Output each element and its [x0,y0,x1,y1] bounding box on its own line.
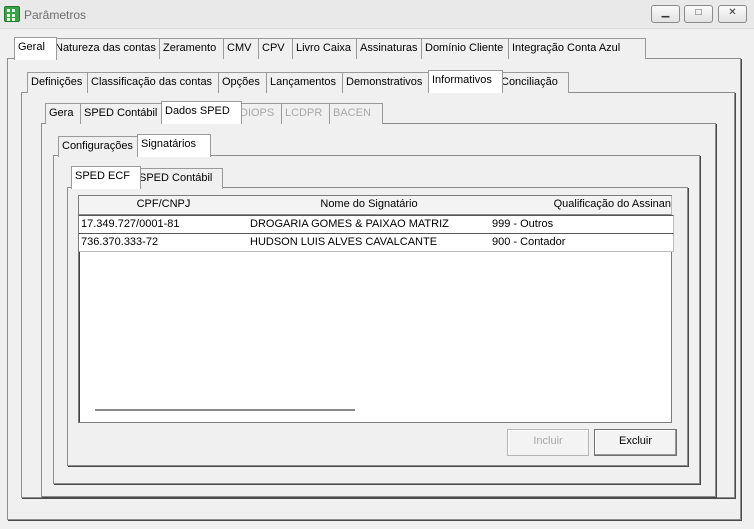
tab-bacen: BACEN [329,103,383,124]
cell-cpf-cnpj: 17.349.727/0001-81 [79,215,251,234]
calculator-icon [4,6,20,22]
tab-definicoes[interactable]: Definições [27,72,93,93]
tab-signatarios[interactable]: Signatários [137,134,211,157]
minimize-button[interactable]: ▁ [651,5,680,23]
tab-natureza-das-contas[interactable]: Natureza das contas [51,38,165,59]
horizontal-scrollbar[interactable] [95,409,355,411]
tab-integracao-conta-azul[interactable]: Integração Conta Azul [508,38,646,59]
tab-informativos[interactable]: Informativos [428,70,503,93]
tab-configuracoes[interactable]: Configurações [58,136,143,157]
column-header-cpf-cnpj[interactable]: CPF/CNPJ [79,196,249,215]
tab-conciliacao[interactable]: Conciliação [497,72,569,93]
incluir-button[interactable]: Incluir [507,429,589,456]
tab-zeramento[interactable]: Zeramento [159,38,229,59]
maximize-button[interactable]: □ [684,5,713,23]
maximize-icon: □ [695,7,702,18]
tab-demonstrativos[interactable]: Demonstrativos [342,72,434,93]
cell-qualificacao: 999 - Outros [490,215,674,234]
excluir-button[interactable]: Excluir [594,429,677,456]
window-title: Parâmetros [24,8,87,22]
tab-sped-contabil[interactable]: SPED Contábil [80,103,167,124]
tab-livro-caixa[interactable]: Livro Caixa [292,38,362,59]
tab-geral[interactable]: Geral [14,37,57,60]
title-bar [0,0,754,29]
column-header-nome-signatario[interactable]: Nome do Signatário [248,196,491,215]
tab-opcoes[interactable]: Opções [218,72,272,93]
tab-lancamentos[interactable]: Lançamentos [266,72,348,93]
tab-classificacao-das-contas[interactable]: Classificação das contas [87,72,224,93]
cell-cpf-cnpj: 736.370.333-72 [79,233,251,252]
close-button[interactable]: ✕ [718,5,747,23]
tab-assinaturas[interactable]: Assinaturas [356,38,427,59]
tab-sped-ecf[interactable]: SPED ECF [71,166,141,189]
cell-nome-signatario: HUDSON LUIS ALVES CAVALCANTE [248,233,493,252]
tab-dados-sped[interactable]: Dados SPED [161,101,242,124]
cell-nome-signatario: DROGARIA GOMES & PAIXAO MATRIZ [248,215,493,234]
tab-diops: DIOPS [236,103,287,124]
cell-qualificacao: 900 - Contador [490,233,674,252]
tab-lcdpr: LCDPR [281,103,335,124]
tab-sped-contabil-signatarios[interactable]: SPED Contábil [135,168,223,189]
minimize-icon: ▁ [661,7,670,18]
tab-dominio-cliente[interactable]: Domínio Cliente [421,38,514,59]
column-header-qualificacao[interactable]: Qualificação do Assinan [490,196,672,215]
close-icon: ✕ [728,7,737,18]
